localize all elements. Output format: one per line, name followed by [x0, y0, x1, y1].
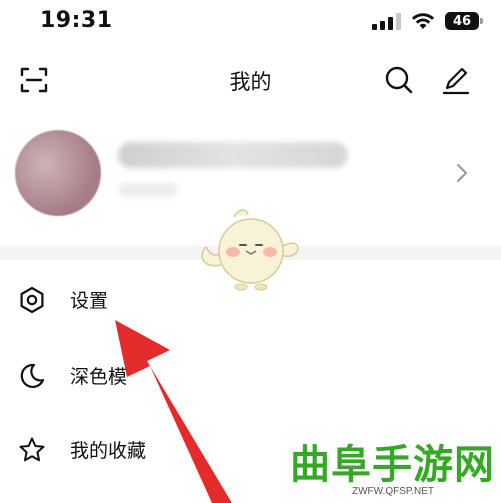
- menu-item-dark-mode[interactable]: 深色模: [0, 350, 501, 400]
- edit-icon[interactable]: [440, 64, 472, 96]
- top-header: 我的: [0, 56, 501, 104]
- search-icon[interactable]: [383, 64, 415, 96]
- menu-label-dark-mode: 深色模: [70, 366, 128, 388]
- profile-subtitle-blurred: [118, 183, 178, 197]
- page-title: 我的: [229, 70, 272, 94]
- watermark-text: 曲阜手游网: [290, 441, 495, 488]
- menu-label-settings: 设置: [70, 290, 109, 312]
- wifi-icon: [412, 13, 434, 29]
- menu-item-settings[interactable]: 设置: [0, 274, 501, 324]
- signal-icon: [372, 12, 401, 30]
- moon-icon: [20, 363, 45, 389]
- battery-level: 46: [452, 13, 472, 29]
- battery-icon: 46: [445, 12, 483, 30]
- star-icon: [19, 437, 45, 462]
- avatar[interactable]: [15, 130, 101, 216]
- profile-name-blurred: [118, 142, 348, 168]
- chevron-right-icon: [457, 164, 467, 182]
- menu-label-favorites: 我的收藏: [70, 440, 147, 462]
- settings-icon: [20, 286, 44, 314]
- status-icons: 46: [372, 10, 483, 32]
- watermark-url: ZWFW.QFSP.NET: [352, 486, 435, 497]
- status-time: 19:31: [40, 8, 113, 33]
